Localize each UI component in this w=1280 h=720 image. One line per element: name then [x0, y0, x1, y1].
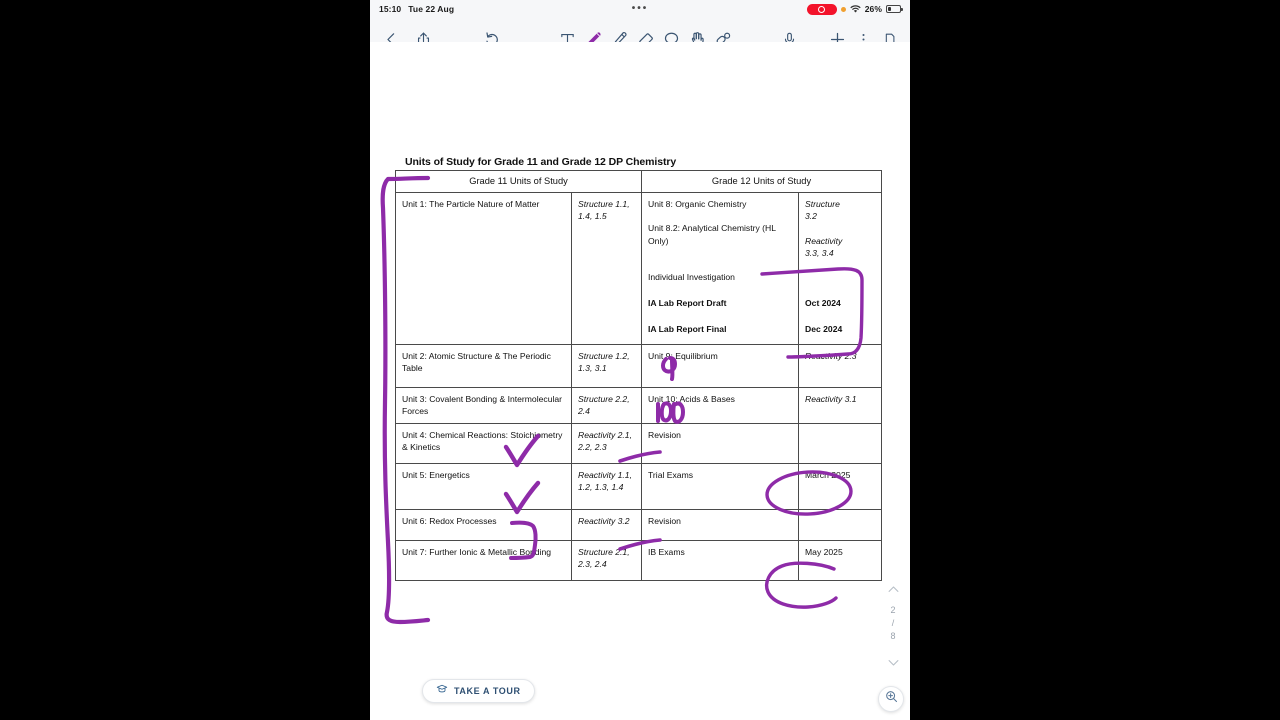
cell-g11-unit: Unit 5: Energetics	[395, 462, 572, 510]
status-date: Tue 22 Aug	[408, 4, 455, 14]
g12-line: Unit 8: Organic Chemistry	[648, 198, 747, 209]
g12-code-line: Reactivity	[805, 235, 843, 246]
cell-g11-unit: Unit 1: The Particle Nature of Matter	[395, 191, 572, 345]
take-a-tour-label: TAKE A TOUR	[454, 686, 521, 696]
cell-g11-code: Reactivity 1.1, 1.2, 1.3, 1.4	[571, 462, 642, 510]
header-grade-11: Grade 11 Units of Study	[395, 170, 642, 193]
date-may-2025: May 2025	[797, 539, 883, 581]
orange-privacy-dot-icon	[840, 6, 846, 12]
cell-g11-unit: Unit 3: Covalent Bonding & Intermolecula…	[395, 386, 572, 424]
cell-g11-code: Reactivity 3.2	[571, 508, 642, 541]
g12-code-line: Structure	[805, 198, 840, 209]
g12-code-line: 3.2	[805, 211, 817, 222]
cell-g11-unit: Unit 4: Chemical Reactions: Stoichiometr…	[395, 422, 572, 464]
date-march-2025: March 2025	[797, 462, 883, 510]
date-oct-2024: Oct 2024	[805, 297, 841, 308]
table-row: Unit 7: Further Ionic & Metallic Bonding…	[395, 539, 883, 581]
cell-g12-code	[797, 508, 883, 541]
cell-g12-code	[797, 422, 883, 464]
table-row: Unit 5: Energetics Reactivity 1.1, 1.2, …	[395, 462, 883, 510]
page-navigator: 2 / 8	[881, 582, 905, 675]
take-a-tour-button[interactable]: TAKE A TOUR	[422, 679, 535, 703]
table-row: Unit 6: Redox Processes Reactivity 3.2 R…	[395, 508, 883, 541]
status-center-dots: •••	[631, 3, 649, 14]
units-of-study-table: Grade 11 Units of Study Grade 12 Units o…	[395, 170, 883, 581]
cell-g11-code: Structure 2.1, 2.3, 2.4	[571, 539, 642, 581]
cell-g11-code: Structure 1.1, 1.4, 1.5	[571, 191, 642, 345]
cell-g12-unit: Unit 10: Acids & Bases	[641, 386, 799, 424]
screen-recording-indicator-icon	[806, 3, 837, 15]
battery-percent: 26%	[864, 4, 882, 14]
notes-app-window: 15:10 Tue 22 Aug ••• 26% Units of Study …	[370, 0, 910, 720]
cell-g11-code: Structure 2.2, 2.4	[571, 386, 642, 424]
cell-g12-code: Reactivity 2.3	[797, 343, 883, 388]
zoom-in-button[interactable]	[878, 686, 904, 712]
status-time: 15:10	[379, 4, 402, 14]
document-page[interactable]: Units of Study for Grade 11 and Grade 12…	[370, 42, 910, 720]
g12-line-ia-final: IA Lab Report Final	[648, 323, 727, 334]
cell-g12-ib-exams: IB Exams	[641, 539, 799, 581]
cell-g12-unit: Revision	[641, 422, 799, 464]
cell-g12-unit: Unit 9: Equilibrium	[641, 343, 799, 388]
page-separator: /	[891, 618, 895, 628]
cell-g12-unit: Revision	[641, 508, 799, 541]
table-row: Unit 3: Covalent Bonding & Intermolecula…	[395, 386, 883, 424]
page-title: Units of Study for Grade 11 and Grade 12…	[405, 156, 677, 168]
g12-line: Individual Investigation	[648, 272, 735, 283]
date-dec-2024: Dec 2024	[805, 323, 843, 334]
total-page-count: 8	[890, 631, 896, 641]
table-header-row: Grade 11 Units of Study Grade 12 Units o…	[395, 170, 883, 193]
chevron-up-icon[interactable]	[886, 582, 901, 602]
cell-g12-code: Reactivity 3.1	[797, 386, 883, 424]
screen-root: 15:10 Tue 22 Aug ••• 26% Units of Study …	[0, 0, 1280, 720]
zoom-in-icon	[884, 689, 899, 709]
cell-g11-code: Reactivity 2.1, 2.2, 2.3	[571, 422, 642, 464]
g12-line-ia-draft: IA Lab Report Draft	[648, 297, 727, 308]
chevron-down-icon[interactable]	[886, 655, 901, 675]
g12-code-line: 3.3, 3.4	[805, 248, 834, 259]
cell-g11-unit: Unit 2: Atomic Structure & The Periodic …	[395, 343, 572, 388]
header-grade-12: Grade 12 Units of Study	[640, 170, 883, 193]
cell-g11-code: Structure 1.2, 1.3, 3.1	[571, 343, 642, 388]
wifi-icon	[850, 4, 861, 14]
table-row: Unit 2: Atomic Structure & The Periodic …	[395, 343, 883, 388]
cell-g12-trial-exams: Trial Exams	[641, 462, 799, 510]
status-right-cluster: 26%	[806, 3, 903, 15]
cell-g12-unit: Unit 8: Organic Chemistry Unit 8.2: Anal…	[641, 191, 799, 345]
graduation-cap-icon	[436, 682, 448, 700]
status-bar: 15:10 Tue 22 Aug ••• 26%	[370, 0, 910, 18]
battery-icon	[886, 5, 903, 13]
cell-g11-unit: Unit 7: Further Ionic & Metallic Bonding	[395, 539, 572, 581]
cell-g12-code: Structure 3.2 Reactivity 3.3, 3.4 Oct 20…	[797, 191, 883, 345]
current-page-number: 2	[890, 605, 896, 615]
table-row: Unit 4: Chemical Reactions: Stoichiometr…	[395, 422, 883, 464]
g12-line: Unit 8.2: Analytical Chemistry (HL Only)	[648, 223, 776, 246]
cell-g11-unit: Unit 6: Redox Processes	[395, 508, 572, 541]
table-row: Unit 1: The Particle Nature of Matter St…	[395, 191, 883, 345]
